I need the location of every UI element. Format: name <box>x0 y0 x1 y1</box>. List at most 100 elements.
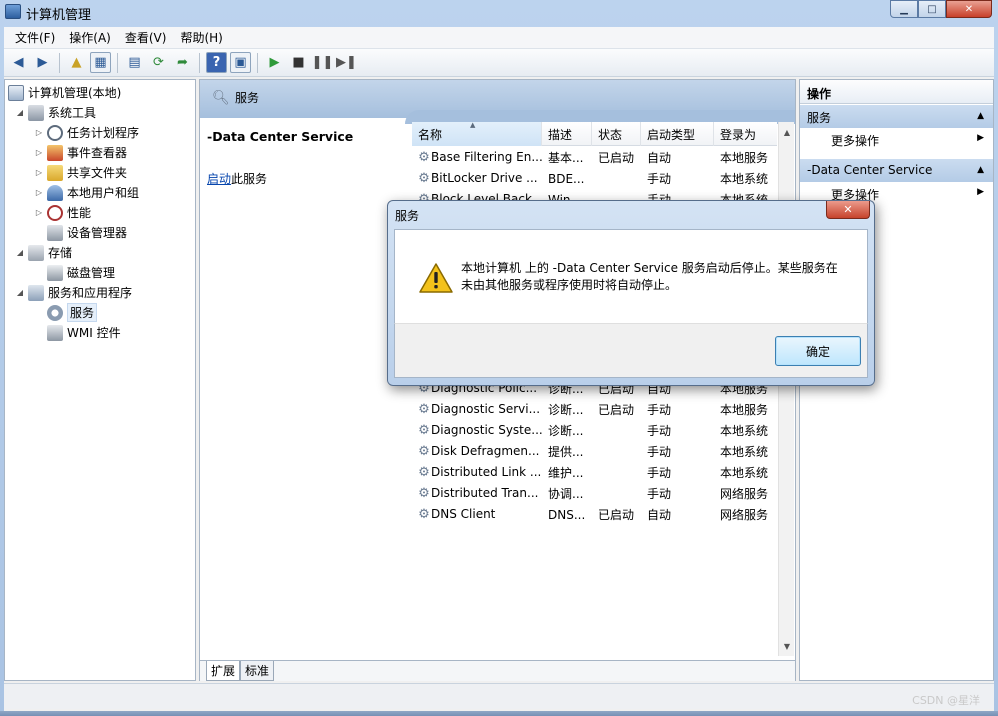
ok-button[interactable]: 确定 <box>775 336 861 366</box>
service-startup: 手动 <box>647 424 672 438</box>
service-startup: 自动 <box>647 508 672 522</box>
expand-arrow-icon[interactable]: ▷ <box>34 148 44 157</box>
tree-label: 共享文件夹 <box>67 166 128 180</box>
column-description[interactable]: 描述 <box>542 122 592 146</box>
column-startup-type[interactable]: 启动类型 <box>641 122 714 146</box>
toolbar-separator <box>257 52 258 73</box>
gear-icon: ⚙ <box>418 402 430 417</box>
service-row[interactable]: ⚙Distributed Link ... 维护... 手动 本地系统 <box>412 462 777 483</box>
view-tabs: 扩展 标准 <box>200 660 795 681</box>
toolbar: ◀ ▶ ▲ ▦ ▤ ⟳ ➦ ? ▣ ▶ ■ ❚❚ ▶❚ <box>4 49 994 77</box>
more-actions-services[interactable]: 更多操作 ▶ <box>831 132 991 149</box>
service-logon: 本地系统 <box>720 466 769 480</box>
collapse-arrow-icon[interactable]: ◢ <box>15 248 25 257</box>
tree-label: 系统工具 <box>48 106 97 120</box>
service-logon: 网络服务 <box>720 487 769 501</box>
tree-item-local-users[interactable]: ▷ 本地用户和组 <box>34 183 139 202</box>
export-list-icon[interactable]: ➦ <box>172 52 193 73</box>
tree-label: 事件查看器 <box>67 146 128 160</box>
maximize-button[interactable]: □ <box>918 0 946 18</box>
show-hide-tree-icon[interactable]: ▦ <box>90 52 111 73</box>
event-viewer-icon <box>47 144 63 161</box>
scroll-up-icon[interactable]: ▲ <box>779 124 794 140</box>
stop-service-icon[interactable]: ■ <box>288 52 309 73</box>
service-name: DNS Client <box>431 507 496 521</box>
service-row[interactable]: ⚙Base Filtering En... 基本... 已启动 自动 本地服务 <box>412 147 777 168</box>
start-service-icon[interactable]: ▶ <box>264 52 285 73</box>
dialog-message: 本地计算机 上的 -Data Center Service 服务启动后停止。某些… <box>461 260 851 294</box>
dialog-message-line1: 本地计算机 上的 -Data Center Service 服务启动后停止。某些… <box>461 261 838 275</box>
sort-up-icon: ▲ <box>470 122 476 129</box>
service-row[interactable]: ⚙Diagnostic Syste... 诊断... 手动 本地系统 <box>412 420 777 441</box>
tree-item-device-manager[interactable]: 设备管理器 <box>47 223 127 242</box>
up-folder-icon[interactable]: ▲ <box>66 52 87 73</box>
tree-item-shared-folders[interactable]: ▷ 共享文件夹 <box>34 163 127 182</box>
tree-item-root[interactable]: 计算机管理(本地) <box>8 83 121 102</box>
service-desc: 诊断... <box>548 403 584 417</box>
column-logon-as[interactable]: 登录为 <box>714 122 777 146</box>
back-arrow-icon[interactable]: ◀ <box>8 52 29 73</box>
chevron-right-icon: ▶ <box>977 133 984 143</box>
refresh-icon[interactable]: ⟳ <box>148 52 169 73</box>
close-icon: ✕ <box>964 3 974 15</box>
service-row[interactable]: ⚙DNS Client DNS... 已启动 自动 网络服务 <box>412 504 777 525</box>
service-startup: 手动 <box>647 172 672 186</box>
tree-item-performance[interactable]: ▷ 性能 <box>34 203 91 222</box>
show-action-pane-icon[interactable]: ▣ <box>230 52 251 73</box>
collapse-up-icon[interactable]: ▲ <box>977 111 984 121</box>
minimize-button[interactable]: ▁ <box>890 0 918 18</box>
close-icon: ✕ <box>843 203 853 216</box>
service-desc: 协调... <box>548 487 584 501</box>
dialog-close-button[interactable]: ✕ <box>826 201 870 219</box>
actions-section-services[interactable]: 服务 ▲ <box>800 105 993 128</box>
tab-extended[interactable]: 扩展 <box>206 661 241 681</box>
properties-icon[interactable]: ▤ <box>124 52 145 73</box>
column-name[interactable]: ▲ 名称 <box>412 122 542 146</box>
forward-arrow-icon[interactable]: ▶ <box>32 52 53 73</box>
search-icon: 🔍︎ <box>212 90 230 106</box>
tools-icon <box>28 104 44 121</box>
tree-item-services-apps[interactable]: ◢ 服务和应用程序 <box>15 283 132 302</box>
actions-section-data-center[interactable]: -Data Center Service ▲ <box>800 159 993 182</box>
expand-arrow-icon[interactable]: ▷ <box>34 128 44 137</box>
service-row[interactable]: ⚙Distributed Tran... 协调... 手动 网络服务 <box>412 483 777 504</box>
start-service-link[interactable]: 启动 <box>207 172 231 186</box>
expand-arrow-icon[interactable]: ▷ <box>34 168 44 177</box>
column-status[interactable]: 状态 <box>592 122 641 146</box>
tree-item-wmi[interactable]: WMI 控件 <box>47 323 121 342</box>
collapse-up-icon[interactable]: ▲ <box>977 165 984 175</box>
tree-item-task-scheduler[interactable]: ▷ 任务计划程序 <box>34 123 139 142</box>
collapse-arrow-icon[interactable]: ◢ <box>15 288 25 297</box>
menu-file[interactable]: 文件(F) <box>8 29 62 46</box>
help-icon[interactable]: ? <box>206 52 227 73</box>
close-button[interactable]: ✕ <box>946 0 992 18</box>
status-bar: CSDN @星洋 <box>4 683 994 709</box>
collapse-arrow-icon[interactable]: ◢ <box>15 108 25 117</box>
tab-standard[interactable]: 标准 <box>240 661 275 681</box>
scroll-down-icon[interactable]: ▼ <box>779 638 794 654</box>
menu-action[interactable]: 操作(A) <box>62 29 118 46</box>
tree-item-disk-management[interactable]: 磁盘管理 <box>47 263 115 282</box>
gear-icon: ⚙ <box>418 150 430 165</box>
menu-view[interactable]: 查看(V) <box>118 29 174 46</box>
tree-item-system-tools[interactable]: ◢ 系统工具 <box>15 103 96 122</box>
service-row[interactable]: ⚙BitLocker Drive ... BDE... 手动 本地系统 <box>412 168 777 189</box>
expand-arrow-icon[interactable]: ▷ <box>34 188 44 197</box>
title-bar[interactable]: 计算机管理 ▁ □ ✕ <box>0 0 998 24</box>
tree-label: 设备管理器 <box>67 226 128 240</box>
service-row[interactable]: ⚙Disk Defragmen... 提供... 手动 本地系统 <box>412 441 777 462</box>
menu-bar: 文件(F) 操作(A) 查看(V) 帮助(H) <box>4 27 994 49</box>
expand-arrow-icon[interactable]: ▷ <box>34 208 44 217</box>
tree-item-storage[interactable]: ◢ 存储 <box>15 243 72 262</box>
service-row[interactable]: ⚙Diagnostic Servi... 诊断... 已启动 手动 本地服务 <box>412 399 777 420</box>
window-title: 计算机管理 <box>26 8 92 23</box>
menu-help[interactable]: 帮助(H) <box>173 29 229 46</box>
service-logon: 本地系统 <box>720 172 769 186</box>
pause-service-icon[interactable]: ❚❚ <box>312 52 334 73</box>
tree-label: 存储 <box>48 246 73 260</box>
tree-item-services[interactable]: 服务 <box>47 303 98 322</box>
tree-item-event-viewer[interactable]: ▷ 事件查看器 <box>34 143 127 162</box>
service-desc: 维护... <box>548 466 584 480</box>
service-logon: 本地服务 <box>720 151 769 165</box>
restart-service-icon[interactable]: ▶❚ <box>336 52 357 73</box>
